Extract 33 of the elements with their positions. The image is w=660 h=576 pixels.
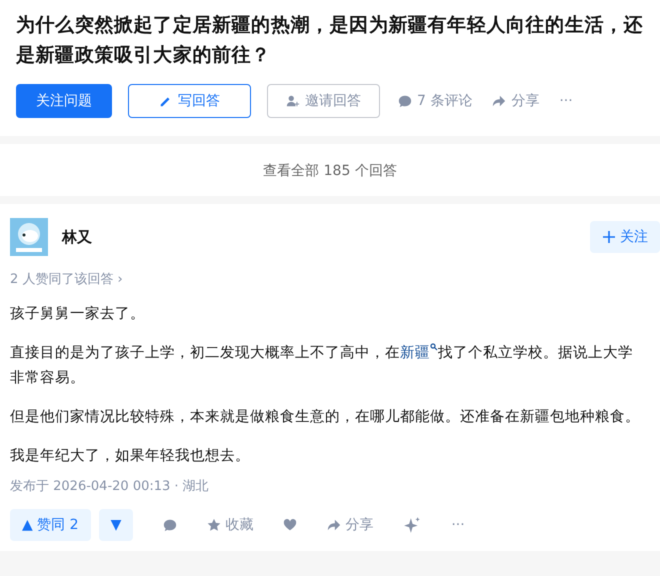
- downvote-button[interactable]: ▼: [98, 509, 134, 541]
- share-arrow-icon: [327, 518, 342, 532]
- comment-icon: [398, 94, 412, 108]
- follow-question-button[interactable]: 关注问题: [16, 84, 112, 118]
- star-button[interactable]: 收藏: [203, 516, 258, 534]
- search-icon: [430, 343, 438, 352]
- more-button[interactable]: ···: [557, 84, 575, 118]
- share-button[interactable]: 分享: [323, 516, 378, 534]
- upvoters-text[interactable]: 2 人赞同了该回答 ›: [10, 270, 660, 288]
- action-button[interactable]: 分享: [490, 84, 542, 118]
- heart-icon: [283, 518, 298, 532]
- upvote-button[interactable]: ▲ 赞同 2: [10, 509, 91, 541]
- answer-paragraph: 但是他们家情况比较特殊，本来就是做粮食生意的，在哪儿都能做。还准备在新疆包地种粮食。: [10, 408, 641, 427]
- person-add-icon: [286, 94, 300, 108]
- author-name[interactable]: 林又: [62, 228, 92, 246]
- star-icon: [207, 518, 222, 532]
- comment-icon: [163, 518, 178, 532]
- question-title: 为什么突然掀起了定居新疆的热潮，是因为新疆有年轻人向往的生活，还是新疆政策吸引大家的前往？: [16, 13, 644, 68]
- action-button[interactable]: 7 条评论: [396, 84, 474, 118]
- action-button[interactable]: 写回答: [128, 84, 251, 118]
- plus-icon: [602, 230, 616, 244]
- answer-paragraph: 孩子舅舅一家去了。: [10, 304, 146, 324]
- keyword-link[interactable]: 新疆: [400, 345, 438, 361]
- sparkle-icon: [403, 516, 422, 534]
- publish-time: 发布于 2026-04-20 00:13 · 湖北: [10, 478, 210, 495]
- follow-button[interactable]: 关注: [590, 221, 660, 253]
- share-arrow-icon: [492, 94, 506, 108]
- avatar-icon: [10, 218, 48, 256]
- action-button[interactable]: 邀请回答: [267, 84, 380, 118]
- answer-paragraph: 直接目的是为了孩子上学，初二发现大概率上不了高中，在新疆 找了个私立学校。据说上大学非常容易。: [10, 342, 634, 388]
- more-button[interactable]: ···: [447, 517, 469, 533]
- answer-paragraph: 我是年纪大了，如果年轻我也想去。: [10, 447, 251, 466]
- view-all-answers-link[interactable]: 查看全部 185 个回答: [263, 163, 397, 179]
